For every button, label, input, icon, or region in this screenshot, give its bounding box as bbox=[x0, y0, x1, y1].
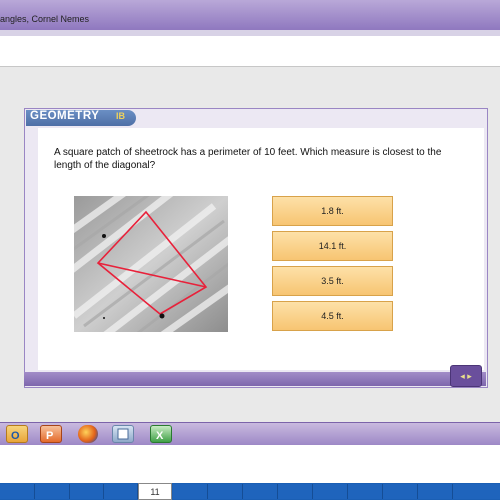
window-title: angles, Cornel Nemes bbox=[0, 14, 90, 24]
sheetrock-photo bbox=[74, 196, 228, 332]
firefox-icon[interactable] bbox=[78, 425, 98, 443]
svg-text:X: X bbox=[156, 430, 164, 442]
answer-option-2[interactable]: 14.1 ft. bbox=[272, 231, 393, 261]
page-cell[interactable] bbox=[70, 484, 104, 499]
page-cell[interactable] bbox=[173, 484, 208, 499]
page-cell[interactable] bbox=[0, 484, 35, 499]
toolbar-strip bbox=[0, 30, 500, 36]
page-cell[interactable] bbox=[104, 484, 138, 499]
answer-option-1[interactable]: 1.8 ft. bbox=[272, 196, 393, 226]
page-cell[interactable] bbox=[278, 484, 313, 499]
excel-icon[interactable]: X bbox=[150, 425, 172, 443]
answer-option-3[interactable]: 3.5 ft. bbox=[272, 266, 393, 296]
page-cell[interactable] bbox=[313, 484, 348, 499]
geometry-logo: GEOMETRY bbox=[30, 110, 100, 122]
powerpoint-icon[interactable]: P bbox=[40, 425, 62, 443]
geometry-logo-sub: IB bbox=[116, 111, 125, 121]
sheetrock-image bbox=[74, 196, 228, 332]
svg-text:P: P bbox=[46, 430, 53, 442]
app-icon[interactable] bbox=[112, 425, 134, 443]
page-cell[interactable] bbox=[35, 484, 70, 499]
outlook-icon[interactable]: O bbox=[6, 425, 28, 443]
svg-text:O: O bbox=[11, 430, 20, 442]
slide-nav-button[interactable]: ◂ ▸ bbox=[450, 365, 482, 387]
taskbar bbox=[0, 422, 500, 445]
current-page-indicator[interactable]: 11 bbox=[138, 483, 172, 500]
question-text: A square patch of sheetrock has a perime… bbox=[54, 147, 442, 171]
page-cell[interactable] bbox=[383, 484, 418, 499]
page-cell[interactable] bbox=[453, 484, 500, 499]
answer-option-4[interactable]: 4.5 ft. bbox=[272, 301, 393, 331]
page-cell[interactable] bbox=[243, 484, 278, 499]
page-cell[interactable] bbox=[418, 484, 453, 499]
page-cell[interactable] bbox=[348, 484, 383, 499]
slide-footer-bar bbox=[24, 372, 486, 386]
page-cell[interactable] bbox=[208, 484, 243, 499]
